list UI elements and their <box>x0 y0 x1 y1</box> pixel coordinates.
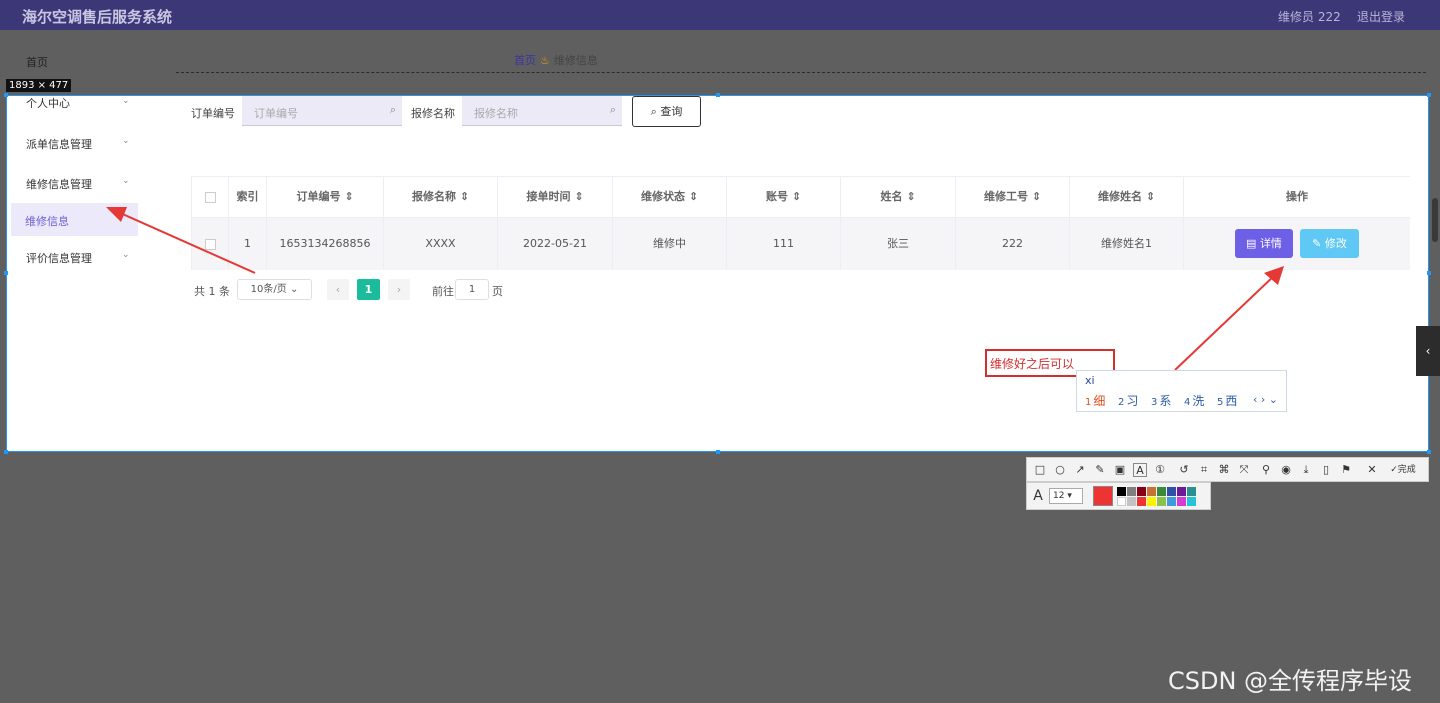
download-icon[interactable]: ⤓ <box>1299 463 1313 477</box>
candidate-char: 洗 <box>1192 394 1205 408</box>
text-icon[interactable]: A <box>1133 463 1147 477</box>
chevron-left-icon: ‹ <box>1425 344 1431 358</box>
font-icon: A <box>1033 488 1043 504</box>
candidate-char: 西 <box>1225 394 1238 408</box>
check-icon: ✓ <box>1390 465 1398 475</box>
ime-candidate[interactable]: 2习 <box>1118 392 1138 409</box>
color-swatch[interactable] <box>1157 497 1166 506</box>
record-icon[interactable]: ◉ <box>1279 463 1293 477</box>
ime-pinyin: xi <box>1085 374 1095 387</box>
arrow-line <box>117 211 256 274</box>
pin-icon[interactable]: ⚲ <box>1259 463 1273 477</box>
ellipse-icon[interactable]: ○ <box>1053 463 1067 477</box>
color-swatch[interactable] <box>1147 497 1156 506</box>
phone-icon[interactable]: ▯ <box>1319 463 1333 477</box>
pen-icon[interactable]: ✎ <box>1093 463 1107 477</box>
done-label: 完成 <box>1397 465 1416 475</box>
ime-candidate[interactable]: 4洗 <box>1184 392 1204 409</box>
text-style-toolbar: A 12 ▾ <box>1026 482 1211 510</box>
font-size-select[interactable]: 12 ▾ <box>1049 488 1083 504</box>
color-swatch[interactable] <box>1167 487 1176 496</box>
arrow-line <box>1174 274 1276 371</box>
number-icon[interactable]: ① <box>1153 463 1167 477</box>
color-swatch[interactable] <box>1167 497 1176 506</box>
done-button[interactable]: ✓完成 <box>1385 463 1421 477</box>
ime-candidate[interactable]: 3系 <box>1151 392 1171 409</box>
candidate-num: 2 <box>1118 397 1125 408</box>
ime-page-nav[interactable]: ‹ › ⌄ <box>1253 393 1278 406</box>
color-swatch[interactable] <box>1177 487 1186 496</box>
color-swatch[interactable] <box>1187 487 1196 496</box>
scroll-capture-icon[interactable]: ⤧ <box>1237 463 1251 477</box>
ime-candidate[interactable]: 5西 <box>1217 392 1237 409</box>
color-swatch[interactable] <box>1117 487 1126 496</box>
current-color-swatch[interactable] <box>1093 486 1113 506</box>
screenshot-toolbar: □ ○ ↗ ✎ ▣ A ① ↺ ⌗ ⌘ ⤧ ⚲ ◉ ⤓ ▯ ⚑ ✕ ✓完成 <box>1026 457 1429 482</box>
candidate-char: 习 <box>1126 394 1139 408</box>
close-icon[interactable]: ✕ <box>1365 463 1379 477</box>
candidate-num: 5 <box>1217 397 1224 408</box>
arrow-icon[interactable]: ↗ <box>1073 463 1087 477</box>
color-swatch[interactable] <box>1137 497 1146 506</box>
bookmark-icon[interactable]: ⚑ <box>1339 463 1353 477</box>
color-swatch[interactable] <box>1187 497 1196 506</box>
ocr-icon[interactable]: ⌗ <box>1197 463 1211 477</box>
mosaic-icon[interactable]: ▣ <box>1113 463 1127 477</box>
scrollbar[interactable] <box>1432 198 1438 242</box>
color-swatch[interactable] <box>1177 497 1186 506</box>
color-swatch[interactable] <box>1127 497 1136 506</box>
candidate-num: 3 <box>1151 397 1158 408</box>
rectangle-icon[interactable]: □ <box>1033 463 1047 477</box>
candidate-num: 4 <box>1184 397 1191 408</box>
ime-candidate-popup[interactable]: xi 1细 2习 3系 4洗 5西 ‹ › ⌄ <box>1076 370 1287 412</box>
undo-icon[interactable]: ↺ <box>1177 463 1191 477</box>
color-swatch[interactable] <box>1147 487 1156 496</box>
watermark: CSDN @全传程序毕设 <box>1168 667 1413 695</box>
color-swatch[interactable] <box>1157 487 1166 496</box>
color-swatch[interactable] <box>1117 497 1126 506</box>
candidate-char: 细 <box>1093 394 1106 408</box>
color-swatch[interactable] <box>1137 487 1146 496</box>
arrowhead <box>106 207 127 222</box>
color-swatch[interactable] <box>1127 487 1136 496</box>
side-collapse-tab[interactable]: ‹ <box>1416 326 1440 376</box>
candidate-num: 1 <box>1085 397 1092 408</box>
candidate-char: 系 <box>1159 394 1172 408</box>
font-size-value: 12 <box>1053 491 1065 501</box>
annotation-arrows <box>106 207 1284 371</box>
translate-icon[interactable]: ⌘ <box>1217 463 1231 477</box>
ime-candidate[interactable]: 1细 <box>1085 392 1105 409</box>
